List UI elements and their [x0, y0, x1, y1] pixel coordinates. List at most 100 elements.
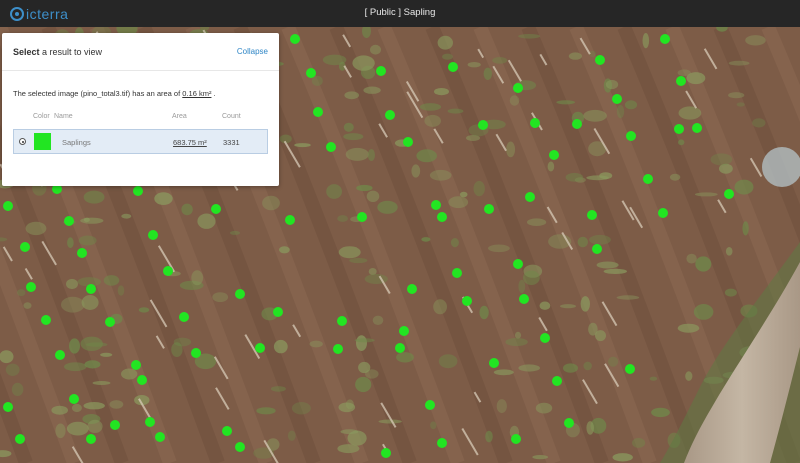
sapling-detection-marker [626, 131, 636, 141]
image-area-link[interactable]: 0.16 km² [182, 89, 211, 98]
vegetation-patch [678, 106, 702, 120]
vegetation-patch [728, 60, 750, 66]
vegetation-patch [424, 114, 442, 127]
sapling-detection-marker [511, 434, 521, 444]
sapling-detection-marker [724, 189, 734, 199]
sapling-detection-marker [255, 343, 265, 353]
sapling-detection-marker [595, 55, 605, 65]
vegetation-patch [343, 122, 354, 132]
vegetation-patch [745, 35, 766, 46]
vegetation-patch [80, 336, 103, 351]
vegetation-patch [294, 143, 311, 148]
sapling-detection-marker [381, 448, 391, 458]
sapling-detection-marker [643, 174, 653, 184]
sapling-detection-marker [145, 417, 155, 427]
sapling-detection-marker [612, 94, 622, 104]
vegetation-patch [632, 437, 646, 448]
sapling-detection-marker [462, 296, 472, 306]
vegetation-patch [83, 402, 105, 410]
vegetation-patch [742, 221, 749, 236]
vegetation-patch [291, 402, 311, 415]
vegetation-patch [583, 109, 607, 122]
vegetation-patch [83, 217, 90, 222]
vegetation-patch [429, 169, 452, 181]
sapling-detection-marker [395, 343, 405, 353]
vegetation-patch [69, 338, 80, 354]
sapling-detection-marker [131, 360, 141, 370]
vegetation-patch [518, 364, 540, 372]
column-header-name: Name [54, 113, 73, 120]
vegetation-patch [64, 362, 87, 372]
vegetation-patch [411, 164, 421, 178]
vegetation-patch [354, 338, 375, 343]
vegetation-patch [589, 50, 596, 58]
sapling-detection-marker [191, 348, 201, 358]
vegetation-patch [693, 304, 714, 320]
vegetation-patch [493, 369, 514, 376]
sapling-detection-marker [357, 212, 367, 222]
sapling-detection-marker [15, 434, 25, 444]
vegetation-patch [483, 67, 492, 80]
sapling-detection-marker [519, 294, 529, 304]
results-panel: Select a result to view Collapse The sel… [2, 33, 279, 186]
vegetation-patch [539, 301, 551, 310]
vegetation-patch [678, 139, 685, 146]
vegetation-patch [262, 195, 280, 211]
vegetation-patch [724, 288, 737, 297]
vegetation-patch [117, 285, 125, 296]
sapling-detection-marker [133, 186, 143, 196]
result-radio-button[interactable] [19, 138, 26, 145]
vegetation-patch [309, 340, 323, 348]
page-title: [ Public ] Sapling [364, 7, 436, 18]
sapling-detection-marker [564, 418, 574, 428]
sapling-detection-marker [64, 216, 74, 226]
vegetation-patch [100, 352, 113, 357]
sapling-detection-marker [425, 400, 435, 410]
vegetation-patch [197, 213, 216, 229]
sapling-detection-marker [525, 192, 535, 202]
sapling-detection-marker [513, 259, 523, 269]
vegetation-patch [396, 352, 414, 363]
vegetation-patch [66, 278, 78, 290]
sapling-detection-marker [148, 230, 158, 240]
vegetation-patch [568, 52, 583, 60]
vegetation-patch [121, 368, 138, 380]
sapling-detection-marker [222, 426, 232, 436]
vegetation-patch [356, 335, 367, 351]
vegetation-patch [352, 55, 375, 71]
vegetation-patch [605, 79, 619, 90]
sapling-detection-marker [376, 66, 386, 76]
panel-heading-bold: Select [13, 47, 40, 57]
vegetation-patch [532, 455, 549, 460]
collapse-button[interactable]: Collapse [237, 47, 268, 56]
result-area-link[interactable]: 683.75 m² [173, 138, 207, 147]
vegetation-patch [506, 141, 516, 158]
vegetation-patch [103, 275, 120, 286]
sapling-detection-marker [337, 316, 347, 326]
sapling-detection-marker [540, 333, 550, 343]
vegetation-patch [273, 339, 288, 354]
sapling-detection-marker [333, 344, 343, 354]
vegetation-patch [181, 203, 193, 216]
vegetation-patch [366, 190, 380, 202]
vegetation-patch [447, 108, 464, 114]
sapling-detection-marker [137, 375, 147, 385]
vegetation-patch [560, 304, 576, 309]
sapling-detection-marker [478, 120, 488, 130]
sapling-detection-marker [155, 432, 165, 442]
vegetation-patch [51, 405, 68, 415]
sapling-detection-marker [235, 289, 245, 299]
vegetation-patch [677, 323, 700, 333]
sapling-detection-marker [437, 438, 447, 448]
vegetation-patch [416, 149, 438, 163]
sapling-detection-marker [407, 284, 417, 294]
sapling-detection-marker [437, 212, 447, 222]
vegetation-patch [608, 356, 619, 367]
vegetation-patch [322, 54, 347, 66]
vegetation-patch [488, 244, 510, 253]
vegetation-patch [229, 230, 241, 235]
vegetation-patch [356, 184, 373, 192]
vegetation-patch [450, 238, 459, 248]
result-row-saplings[interactable]: Saplings 683.75 m² 3331 [13, 129, 268, 154]
vegetation-patch [580, 296, 590, 312]
